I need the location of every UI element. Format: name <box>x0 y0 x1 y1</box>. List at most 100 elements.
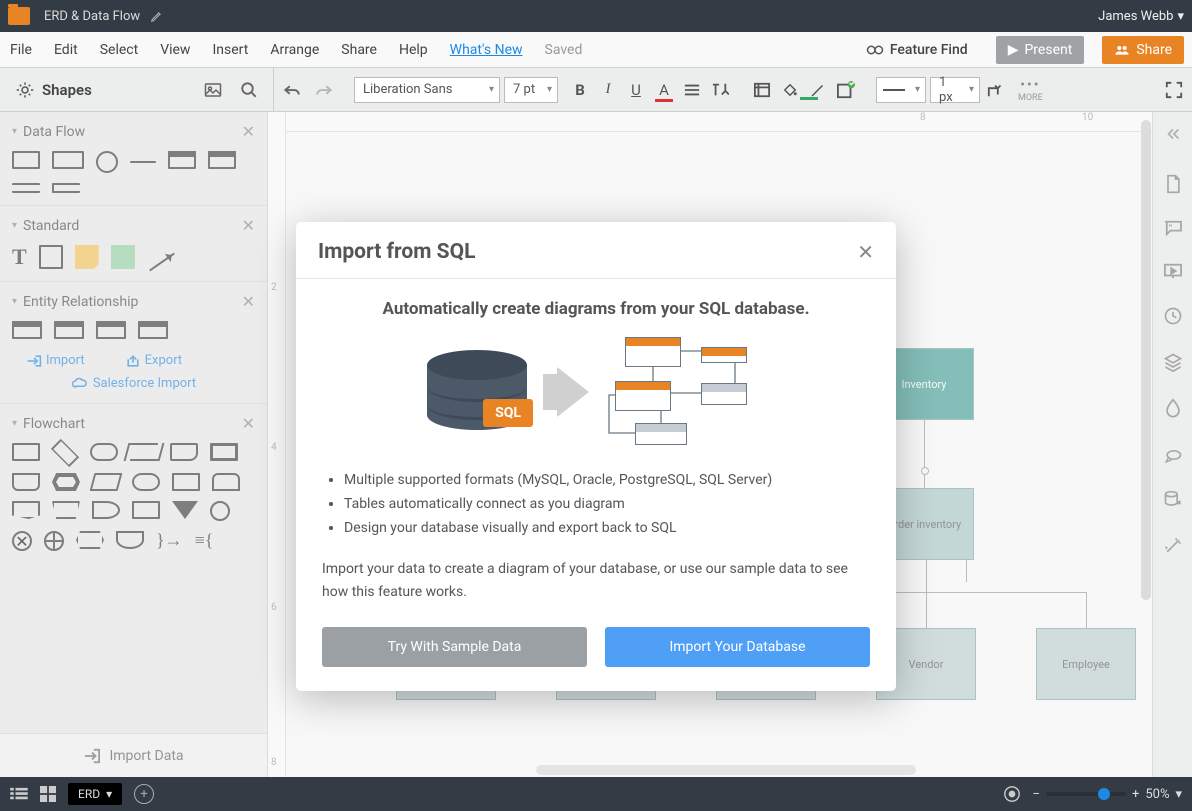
fc-b6[interactable]: ≡{ <box>195 531 214 551</box>
chat-icon[interactable] <box>1163 446 1183 464</box>
menu-file[interactable]: File <box>8 38 34 62</box>
text-options-button[interactable] <box>708 78 732 102</box>
shape-block[interactable] <box>111 245 135 269</box>
target-icon[interactable] <box>1003 785 1021 803</box>
magic-icon[interactable] <box>1163 536 1183 556</box>
shape-rect-wide[interactable] <box>52 151 84 169</box>
fc-s4[interactable] <box>132 473 160 491</box>
fc-t1[interactable] <box>12 501 40 519</box>
bucket-icon[interactable] <box>778 78 802 102</box>
user-menu[interactable]: James Webb ▾ <box>1098 9 1184 24</box>
page-tab[interactable]: ERD▾ <box>68 783 122 805</box>
shape-table1[interactable] <box>168 151 196 169</box>
shape-er1[interactable] <box>12 321 42 339</box>
zoom-control[interactable]: − + 50% ▾ <box>1033 787 1183 802</box>
shape-options-button[interactable] <box>834 78 858 102</box>
fc-t5[interactable] <box>172 501 198 519</box>
fc-process[interactable] <box>12 443 40 461</box>
close-icon[interactable]: ✕ <box>242 414 255 433</box>
grid-view-icon[interactable] <box>40 786 56 802</box>
menu-view[interactable]: View <box>158 38 192 62</box>
database-icon[interactable] <box>1163 490 1183 510</box>
shape-text[interactable]: T <box>12 246 27 268</box>
menu-insert[interactable]: Insert <box>210 38 250 62</box>
fc-terminator[interactable] <box>90 443 118 461</box>
fc-io[interactable] <box>130 443 158 461</box>
drop-icon[interactable] <box>1164 398 1182 420</box>
menu-edit[interactable]: Edit <box>52 38 80 62</box>
history-icon[interactable] <box>1163 306 1183 326</box>
fc-b3[interactable] <box>76 531 104 549</box>
export-link[interactable]: Export <box>125 353 183 368</box>
line-width-select[interactable]: 1 px <box>930 77 980 103</box>
fc-s5[interactable] <box>172 473 200 491</box>
undo-button[interactable] <box>278 76 306 104</box>
shape-er2[interactable] <box>54 321 84 339</box>
fc-predef[interactable] <box>210 443 238 461</box>
menu-whats-new[interactable]: What's New <box>448 38 525 62</box>
shape-fill-button[interactable] <box>750 78 774 102</box>
page-icon[interactable] <box>1164 174 1182 194</box>
shape-store2[interactable] <box>52 183 80 193</box>
add-page-button[interactable]: + <box>134 784 154 804</box>
text-color-button[interactable]: A <box>652 78 676 102</box>
import-link[interactable]: Import <box>26 353 85 368</box>
shape-circle[interactable] <box>96 151 118 173</box>
box-emp3[interactable]: Employee <box>1036 628 1136 700</box>
fullscreen-button[interactable] <box>1162 78 1186 102</box>
feature-find[interactable]: Feature Find <box>866 42 968 58</box>
shape-note[interactable] <box>75 245 99 269</box>
italic-button[interactable]: I <box>596 78 620 102</box>
shape-square[interactable] <box>39 245 63 269</box>
fc-t3[interactable] <box>92 501 120 519</box>
fc-t6[interactable] <box>210 501 230 521</box>
close-icon[interactable]: ✕ <box>242 216 255 235</box>
image-icon[interactable] <box>199 76 227 104</box>
shape-arrow[interactable] <box>149 253 175 272</box>
present-button[interactable]: ▶ Present <box>996 36 1085 64</box>
import-data-button[interactable]: Import Data <box>0 733 267 777</box>
pencil-icon[interactable] <box>150 9 164 23</box>
pencil-color-button[interactable] <box>806 78 830 102</box>
vertical-scrollbar[interactable] <box>1140 112 1152 777</box>
shape-rect[interactable] <box>12 151 40 169</box>
fc-b5[interactable]: }→ <box>156 531 183 551</box>
import-database-button[interactable]: Import Your Database <box>605 627 870 667</box>
zoom-in-icon[interactable]: + <box>1132 787 1139 802</box>
line-style-select[interactable] <box>876 77 926 103</box>
close-icon[interactable]: ✕ <box>242 292 255 311</box>
fc-b2[interactable] <box>44 531 64 551</box>
line-routing-button[interactable] <box>984 78 1008 102</box>
fc-s6[interactable] <box>212 473 240 491</box>
zoom-out-icon[interactable]: − <box>1033 787 1040 802</box>
fc-decision[interactable] <box>51 439 79 467</box>
shape-line[interactable] <box>130 161 156 163</box>
menu-share[interactable]: Share <box>339 38 379 62</box>
fc-t4[interactable] <box>132 501 160 519</box>
menu-help[interactable]: Help <box>397 38 430 62</box>
shape-er3[interactable] <box>96 321 126 339</box>
font-select[interactable]: Liberation Sans <box>354 77 500 103</box>
fc-t2[interactable] <box>52 501 80 519</box>
share-button[interactable]: Share <box>1102 36 1184 64</box>
menu-select[interactable]: Select <box>98 38 140 62</box>
fc-s1[interactable] <box>12 473 40 491</box>
fc-b1[interactable]: ✕ <box>12 531 32 551</box>
list-view-icon[interactable] <box>10 787 28 801</box>
close-icon[interactable]: ✕ <box>857 240 874 264</box>
fc-doc[interactable] <box>170 443 198 461</box>
fc-s3[interactable] <box>90 473 123 491</box>
horizontal-scrollbar[interactable] <box>536 765 916 777</box>
present-icon[interactable] <box>1163 262 1183 280</box>
more-button[interactable]: •••MORE <box>1018 77 1043 103</box>
shape-table2[interactable] <box>208 151 236 169</box>
search-icon[interactable] <box>235 76 263 104</box>
align-button[interactable] <box>680 78 704 102</box>
comment-icon[interactable]: ❝ <box>1163 220 1183 236</box>
try-sample-button[interactable]: Try With Sample Data <box>322 627 587 667</box>
collapse-rail-icon[interactable] <box>1153 122 1192 144</box>
shape-store1[interactable] <box>12 183 40 193</box>
font-size-select[interactable]: 7 pt <box>504 77 558 103</box>
close-icon[interactable]: ✕ <box>242 122 255 141</box>
menu-arrange[interactable]: Arrange <box>268 38 321 62</box>
